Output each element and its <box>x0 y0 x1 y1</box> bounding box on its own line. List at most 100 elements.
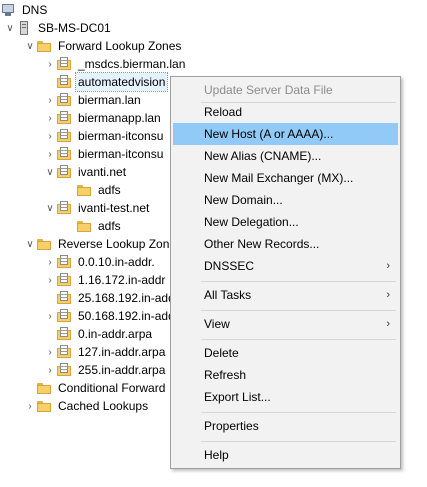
menu-item-delete[interactable]: Delete <box>173 342 398 364</box>
menu-item-label: Properties <box>204 419 259 433</box>
tree-label-forward-zones: Forward Lookup Zones <box>58 39 182 53</box>
menu-item-label: New Host (A or AAAA)... <box>204 127 334 141</box>
chevron-right-icon[interactable]: › <box>24 397 36 415</box>
zone-icon <box>56 128 72 144</box>
tree-node-reverse-zone[interactable]: 0.in-addr.arpa <box>44 325 154 343</box>
zone-icon <box>56 200 72 216</box>
zone-icon <box>56 146 72 162</box>
menu-item-refresh[interactable]: Refresh <box>173 364 398 386</box>
tree-node-zone[interactable]: ∨ ivanti.net <box>44 163 128 181</box>
chevron-right-icon[interactable]: › <box>44 127 56 145</box>
chevron-right-icon[interactable]: › <box>44 343 56 361</box>
tree-label-zone: biermanapp.lan <box>78 111 161 125</box>
folder-icon <box>36 236 52 252</box>
tree-node-zone[interactable]: › bierman-itconsu <box>44 145 165 163</box>
tree-label-zone: bierman-itconsu <box>78 147 164 161</box>
tree-node-zone[interactable]: › biermanapp.lan <box>44 109 163 127</box>
chevron-right-icon: › <box>386 260 390 272</box>
menu-item-reload[interactable]: Reload <box>173 101 398 123</box>
menu-item-help[interactable]: Help <box>173 444 398 466</box>
tree-node-conditional-forwarders[interactable]: Conditional Forward <box>24 379 167 397</box>
tree-node-zone-selected[interactable]: automatedvision <box>44 72 169 92</box>
menu-item-properties[interactable]: Properties <box>173 415 398 437</box>
menu-separator <box>201 339 396 340</box>
tree-node-zone[interactable]: ∨ ivanti-test.net <box>44 199 151 217</box>
menu-separator <box>201 310 396 311</box>
chevron-down-icon[interactable]: ∨ <box>4 19 16 37</box>
menu-item-new-domain[interactable]: New Domain... <box>173 189 398 211</box>
expander-blank <box>64 217 76 235</box>
expander-blank <box>44 325 56 343</box>
menu-separator <box>201 281 396 282</box>
chevron-right-icon[interactable]: › <box>44 109 56 127</box>
menu-item-new-alias[interactable]: New Alias (CNAME)... <box>173 145 398 167</box>
chevron-down-icon[interactable]: ∨ <box>24 37 36 55</box>
tree-node-reverse-zone[interactable]: › 1.16.172.in-addr <box>44 271 167 289</box>
tree-label-conditional: Conditional Forward <box>58 381 166 395</box>
context-menu: Update Server Data File Reload New Host … <box>170 76 401 469</box>
folder-icon <box>36 38 52 54</box>
menu-item-label: New Mail Exchanger (MX)... <box>204 171 354 185</box>
chevron-right-icon: › <box>386 289 390 301</box>
menu-item-label: Delete <box>204 346 239 360</box>
chevron-down-icon[interactable]: ∨ <box>44 199 56 217</box>
tree-label-zone: bierman.lan <box>78 93 141 107</box>
tree-node-reverse-zone[interactable]: › 50.168.192.in-addr <box>44 307 181 325</box>
tree-label-zone: ivanti.net <box>78 165 127 179</box>
menu-item-new-host[interactable]: New Host (A or AAAA)... <box>173 123 398 145</box>
tree-node-reverse-zone[interactable]: › 127.in-addr.arpa <box>44 343 167 361</box>
chevron-right-icon: › <box>386 318 390 330</box>
tree-node-zone[interactable]: › _msdcs.bierman.lan <box>44 55 187 73</box>
menu-item-dnssec[interactable]: DNSSEC › <box>173 255 398 277</box>
menu-item-export-list[interactable]: Export List... <box>173 386 398 408</box>
chevron-right-icon[interactable]: › <box>44 361 56 379</box>
menu-separator <box>201 412 396 413</box>
tree-label-reverse-zone: 255.in-addr.arpa <box>78 363 166 377</box>
menu-item-label: View <box>204 317 230 331</box>
tree-node-subfolder[interactable]: adfs <box>64 181 123 199</box>
menu-item-other-new-records[interactable]: Other New Records... <box>173 233 398 255</box>
tree-label-zone: ivanti-test.net <box>78 201 150 215</box>
chevron-right-icon[interactable]: › <box>44 145 56 163</box>
tree-node-cached-lookups[interactable]: › Cached Lookups <box>24 397 150 415</box>
chevron-down-icon[interactable]: ∨ <box>24 235 36 253</box>
menu-item-update-server-data-file[interactable]: Update Server Data File <box>173 79 398 101</box>
menu-item-new-delegation[interactable]: New Delegation... <box>173 211 398 233</box>
menu-item-new-mail-exchanger[interactable]: New Mail Exchanger (MX)... <box>173 167 398 189</box>
tree-node-reverse-zone[interactable]: 25.168.192.in-addr <box>44 289 181 307</box>
tree-label-zone: bierman-itconsu <box>78 129 164 143</box>
chevron-right-icon[interactable]: › <box>44 271 56 289</box>
tree-node-subfolder[interactable]: adfs <box>64 217 123 235</box>
tree-label-cached: Cached Lookups <box>58 399 149 413</box>
chevron-right-icon[interactable]: › <box>44 253 56 271</box>
tree-node-reverse-zone[interactable]: › 0.0.10.in-addr. <box>44 253 157 271</box>
tree-label-reverse-zone: 0.in-addr.arpa <box>78 327 153 341</box>
tree-label-zone: _msdcs.bierman.lan <box>78 57 186 71</box>
chevron-right-icon[interactable]: › <box>44 55 56 73</box>
tree-node-forward-zones[interactable]: ∨ Forward Lookup Zones <box>24 37 183 55</box>
folder-icon <box>76 182 92 198</box>
zone-icon <box>56 344 72 360</box>
tree-node-dns[interactable]: DNS <box>0 1 49 19</box>
expander-blank <box>44 73 56 91</box>
menu-item-all-tasks[interactable]: All Tasks › <box>173 284 398 306</box>
menu-item-label: New Domain... <box>204 193 283 207</box>
chevron-right-icon[interactable]: › <box>44 91 56 109</box>
menu-item-label: Update Server Data File <box>204 83 333 97</box>
tree-label-server: SB-MS-DC01 <box>38 21 111 35</box>
dns-icon <box>0 2 16 18</box>
chevron-right-icon[interactable]: › <box>44 307 56 325</box>
zone-icon <box>56 110 72 126</box>
tree-node-reverse-zone[interactable]: › 255.in-addr.arpa <box>44 361 167 379</box>
menu-item-view[interactable]: View › <box>173 313 398 335</box>
expander-blank <box>24 379 36 397</box>
tree-label-reverse-zone: 0.0.10.in-addr. <box>78 255 155 269</box>
zone-icon <box>56 308 72 324</box>
folder-icon <box>36 398 52 414</box>
tree-node-zone[interactable]: › bierman-itconsu <box>44 127 165 145</box>
tree-node-zone[interactable]: › bierman.lan <box>44 91 143 109</box>
tree-node-server[interactable]: ∨ SB-MS-DC01 <box>4 19 113 37</box>
chevron-down-icon[interactable]: ∨ <box>44 163 56 181</box>
tree-label-subfolder: adfs <box>98 183 121 197</box>
tree-node-reverse-zones[interactable]: ∨ Reverse Lookup Zone <box>24 235 178 253</box>
